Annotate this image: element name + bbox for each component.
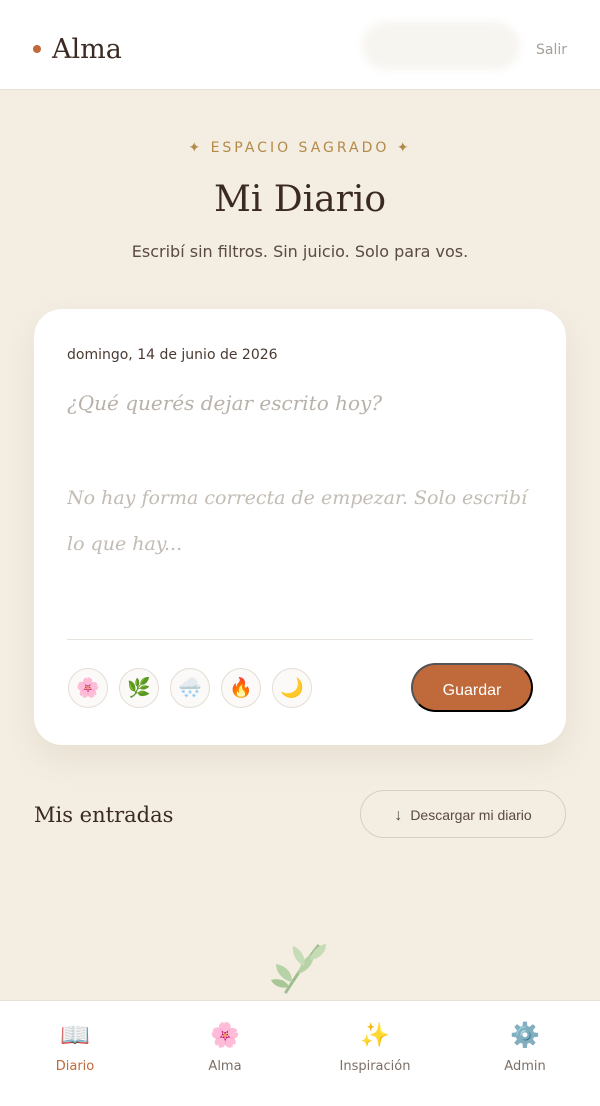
leaf-icon-graphic [271, 944, 326, 994]
nav-label-inspiracion: Inspiración [339, 1059, 411, 1074]
download-arrow-icon: ↓ [394, 807, 403, 824]
entry-date: domingo, 14 de junio de 2026 [67, 347, 278, 363]
flower-icon: 🌸 [76, 678, 100, 699]
entry-divider [67, 639, 533, 640]
mood-cloud-snow-button[interactable]: 🌨️ [170, 668, 210, 708]
mood-flower-button[interactable]: 🌸 [68, 668, 108, 708]
journal-entry-card: domingo, 14 de junio de 2026 ¿Qué querés… [34, 309, 566, 745]
entries-title: Mis entradas [34, 803, 174, 827]
save-button[interactable]: Guardar [411, 663, 533, 712]
header-blurred-pill [362, 22, 520, 70]
page-subtitle: Escribí sin filtros. Sin juicio. Solo pa… [131, 242, 469, 261]
gear-icon: ⚙️ [510, 1021, 540, 1049]
nav-item-diario[interactable]: 📖 Diario [0, 1001, 150, 1091]
fire-icon: 🔥 [229, 678, 253, 699]
nav-label-alma: Alma [208, 1059, 242, 1074]
moon-icon: 🌙 [280, 678, 304, 699]
nav-item-alma[interactable]: 🌸 Alma [150, 1001, 300, 1091]
journal-entry-textarea[interactable] [67, 475, 533, 595]
flower-icon: 🌸 [210, 1021, 240, 1049]
nav-item-admin[interactable]: ⚙️ Admin [450, 1001, 600, 1091]
entry-prompt: ¿Qué querés dejar escrito hoy? [67, 391, 383, 415]
nav-item-inspiracion[interactable]: ✨ Inspiración [300, 1001, 450, 1091]
sparkles-icon: ✨ [360, 1021, 390, 1049]
download-diary-button[interactable]: ↓ Descargar mi diario [360, 790, 566, 838]
nav-label-admin: Admin [504, 1059, 546, 1074]
herb-icon: 🌿 [127, 678, 151, 699]
brand-dot-icon [33, 45, 41, 53]
page-title: Mi Diario [213, 179, 387, 220]
top-header: Alma Salir [0, 0, 600, 90]
mood-fire-button[interactable]: 🔥 [221, 668, 261, 708]
mood-moon-button[interactable]: 🌙 [272, 668, 312, 708]
leaf-icon [264, 932, 336, 1004]
cloud-snow-icon: 🌨️ [178, 678, 202, 699]
nav-label-diario: Diario [55, 1059, 95, 1074]
book-icon: 📖 [60, 1021, 90, 1049]
bottom-navigation: 📖 Diario 🌸 Alma ✨ Inspiración ⚙️ Admin [0, 1000, 600, 1106]
mood-herb-button[interactable]: 🌿 [119, 668, 159, 708]
download-diary-label: Descargar mi diario [410, 807, 532, 823]
section-eyebrow: ✦ ESPACIO SAGRADO ✦ [188, 140, 412, 156]
logout-link[interactable]: Salir [536, 40, 567, 60]
brand-logo[interactable]: Alma [52, 30, 122, 70]
